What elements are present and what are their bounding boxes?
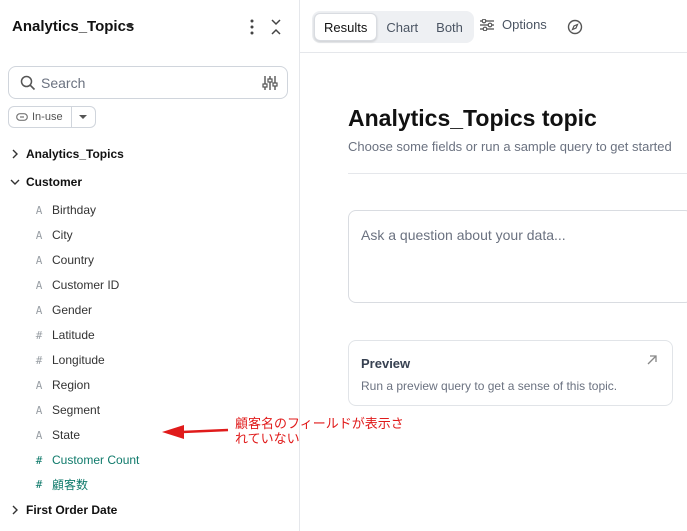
- string-type-icon: A: [35, 428, 43, 442]
- field-label: Customer Count: [52, 453, 140, 467]
- more-vertical-icon[interactable]: [244, 17, 260, 37]
- string-type-icon: A: [35, 303, 43, 317]
- annotation-arrow: [162, 425, 229, 439]
- field-state[interactable]: A State: [33, 426, 80, 444]
- tab-results[interactable]: Results: [314, 13, 378, 41]
- collapse-all-icon[interactable]: [268, 17, 284, 37]
- measure-type-icon: #: [35, 453, 43, 467]
- number-type-icon: #: [35, 353, 43, 367]
- divider: [348, 173, 687, 174]
- string-type-icon: A: [35, 203, 43, 217]
- string-type-icon: A: [35, 378, 43, 392]
- search-input[interactable]: [41, 73, 251, 93]
- preview-card[interactable]: Preview Run a preview query to get a sen…: [348, 340, 673, 406]
- filter-settings-icon[interactable]: [261, 74, 279, 92]
- chevron-right-icon: [12, 505, 18, 515]
- chevron-down-icon: [10, 179, 20, 185]
- field-label: Gender: [52, 303, 93, 317]
- tree-node-customer[interactable]: Customer: [10, 172, 82, 192]
- field-region[interactable]: A Region: [33, 376, 90, 394]
- compass-icon[interactable]: [567, 19, 583, 35]
- field-longitude[interactable]: # Longitude: [33, 351, 105, 369]
- field-label: City: [52, 228, 73, 242]
- in-use-filter[interactable]: In-use: [8, 106, 96, 128]
- search-icon: [20, 75, 36, 91]
- search-box[interactable]: [8, 66, 288, 99]
- measure-type-icon: #: [35, 477, 43, 491]
- tree-node-label: Analytics_Topics: [26, 147, 124, 161]
- string-type-icon: A: [35, 278, 43, 292]
- preview-title: Preview: [361, 356, 411, 371]
- field-label: Longitude: [52, 353, 105, 367]
- tree-node-label: First Order Date: [26, 503, 118, 517]
- options-label: Options: [502, 17, 547, 32]
- string-type-icon: A: [35, 403, 43, 417]
- in-use-dropdown[interactable]: [70, 107, 95, 127]
- sliders-icon: [480, 18, 494, 31]
- field-birthday[interactable]: A Birthday: [33, 201, 96, 219]
- field-gender[interactable]: A Gender: [33, 301, 92, 319]
- link-icon: [16, 113, 28, 121]
- number-type-icon: #: [35, 328, 43, 342]
- arrow-up-right-icon: [647, 355, 657, 365]
- field-latitude[interactable]: # Latitude: [33, 326, 95, 344]
- string-type-icon: A: [35, 228, 43, 242]
- options-button[interactable]: Options: [480, 17, 547, 32]
- tab-chart[interactable]: Chart: [377, 13, 427, 41]
- field-customer-id[interactable]: A Customer ID: [33, 276, 120, 294]
- view-mode-toggle: Results Chart Both: [312, 11, 474, 43]
- field-city[interactable]: A City: [33, 226, 73, 244]
- tree-node-first-order-date[interactable]: First Order Date: [10, 500, 117, 520]
- in-use-chip[interactable]: In-use: [9, 107, 71, 127]
- page-title: Analytics_Topics topic: [348, 105, 597, 131]
- results-toolbar: Results Chart Both Options: [300, 0, 687, 53]
- annotation-text: 顧客名のフィールドが表示されていない: [235, 417, 404, 447]
- topic-title[interactable]: Analytics_Topics: [12, 18, 134, 35]
- field-label: Birthday: [52, 203, 97, 217]
- field-customer-count[interactable]: # Customer Count: [33, 451, 140, 469]
- field-label: Latitude: [52, 328, 95, 342]
- chevron-right-icon: [12, 149, 18, 159]
- tree-node-analytics-topics[interactable]: Analytics_Topics: [10, 144, 124, 164]
- field-label: Country: [52, 253, 95, 267]
- field-segment[interactable]: A Segment: [33, 401, 100, 419]
- field-label: Region: [52, 378, 91, 392]
- tab-both[interactable]: Both: [427, 13, 472, 41]
- ask-question-box[interactable]: [348, 210, 687, 303]
- caret-down-icon[interactable]: [124, 19, 136, 33]
- sidebar-header: Analytics_Topics: [0, 0, 300, 53]
- string-type-icon: A: [35, 253, 43, 267]
- field-customer-count-ja[interactable]: # 顧客数: [33, 475, 88, 493]
- ask-question-input[interactable]: [361, 227, 681, 251]
- tree-node-label: Customer: [26, 175, 83, 189]
- field-country[interactable]: A Country: [33, 251, 94, 269]
- field-label: State: [52, 428, 81, 442]
- in-use-label: In-use: [32, 111, 63, 123]
- sidebar: Analytics_Topics Search In-use Analytics…: [0, 0, 300, 531]
- field-label: Segment: [52, 403, 101, 417]
- page-subtitle: Choose some fields or run a sample query…: [348, 139, 672, 154]
- caret-down-icon: [79, 115, 88, 119]
- preview-description: Run a preview query to get a sense of th…: [361, 379, 618, 393]
- field-label: 顧客数: [52, 477, 89, 492]
- field-label: Customer ID: [52, 278, 120, 292]
